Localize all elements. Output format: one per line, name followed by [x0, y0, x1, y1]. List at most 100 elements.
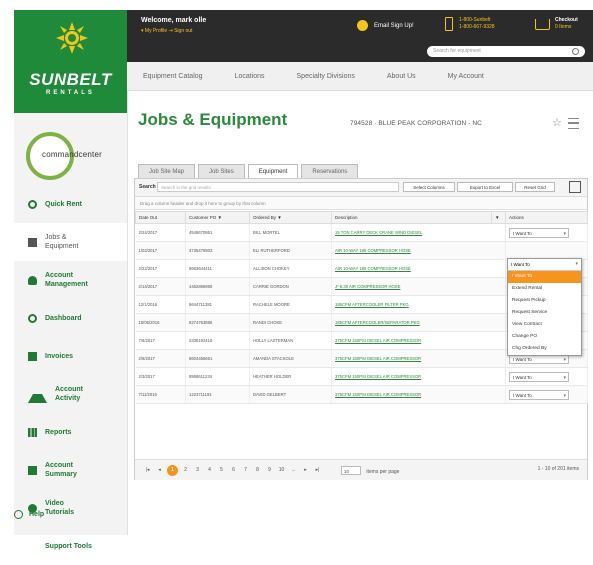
email-signup-button[interactable]: Email Sign Up! — [357, 20, 414, 31]
cell-description[interactable]: 375CFM 150PSI DIESEL AIR COMPRESSOR — [331, 349, 506, 368]
dropdown-option[interactable]: Chg Ordered By — [508, 343, 581, 355]
sidebar-item-label: Quick Rent — [45, 200, 82, 208]
sunbelt-logo[interactable]: SUNBELT RENTALS — [14, 10, 127, 113]
first-page-button[interactable]: |◂ — [143, 467, 152, 473]
help-link[interactable]: Help — [14, 510, 44, 519]
col-filter[interactable]: ▼ — [491, 211, 506, 224]
page-number[interactable]: 9 — [265, 467, 274, 473]
tab-reservations[interactable]: Reservations — [301, 164, 359, 179]
tab-job-site-map[interactable]: Job Site Map — [138, 164, 196, 179]
help-icon — [14, 510, 23, 519]
dropdown-option[interactable]: Change PO — [508, 331, 581, 343]
sidebar-item-account-activity[interactable]: Account Activity — [14, 375, 127, 413]
table-row: 2/24/2017 4548670861 BILL MORTEL 15 TON CAR… — [135, 223, 588, 242]
cell-description[interactable]: 15 TON CARRY DECK CRANE WIND DIESEL — [331, 223, 506, 242]
i-want-to-select[interactable]: I Want To — [509, 227, 569, 239]
profile-signout-links[interactable]: ▾ My Profile ⇥ Sign out — [141, 28, 192, 34]
cell-description[interactable]: 185CFM AFTERCOOLER FILTER PKG — [331, 295, 506, 314]
nav-equipment-catalog[interactable]: Equipment Catalog — [127, 73, 215, 80]
dropdown-option[interactable]: View Contract — [508, 319, 581, 331]
expand-icon[interactable] — [569, 181, 581, 193]
phone-contact[interactable]: 1-800-Sunbelt 1-800-667-9328 — [445, 17, 495, 31]
cell-description[interactable]: 185CFM AFTERCOOLER/SEPARATOR PKG — [331, 313, 506, 332]
page-number[interactable]: 10 — [277, 467, 286, 473]
activity-icon — [28, 385, 47, 403]
last-page-button[interactable]: ▸| — [313, 467, 322, 473]
i-want-to-select[interactable]: I Want To — [509, 389, 569, 401]
page-number[interactable]: 7 — [241, 467, 250, 473]
col-ordered-by[interactable]: Ordered By ▼ — [249, 211, 332, 224]
page-title: Jobs & Equipment — [138, 110, 288, 129]
cart-icon — [535, 18, 550, 30]
cell-description[interactable]: J* 6.30 AIR COMPRESSOR HOSE — [331, 277, 506, 296]
cell-ordered-by: HEATHER HOLDER — [249, 367, 332, 386]
sidebar-item-dashboard[interactable]: Dashboard — [14, 299, 127, 337]
star-icon[interactable]: ☆ — [552, 116, 562, 129]
cell-description[interactable]: 375CFM 150PSI DIESEL AIR COMPRESSOR — [331, 367, 506, 386]
phone-line-2: 1-800-667-9328 — [459, 24, 495, 30]
col-description[interactable]: Description — [331, 211, 492, 224]
sidebar-item-label: Dashboard — [45, 314, 82, 322]
next-page-button[interactable]: ▸ — [301, 467, 310, 473]
actions-dropdown[interactable]: I Want To I Want ToExtend RentalRequest … — [507, 258, 582, 356]
col-customer-po[interactable]: Customer PO ▼ — [185, 211, 250, 224]
i-want-to-select[interactable]: I Want To — [509, 371, 569, 383]
cell-description[interactable]: AIR 10-WAY 185 COMPRESSOR HOSE — [331, 259, 506, 278]
sidebar-item-label: Reports — [45, 428, 72, 436]
account-selector[interactable]: 794528 · BLUE PEAK CORPORATION - NC — [350, 120, 482, 127]
reset-grid-button[interactable]: Reset Grid — [515, 182, 555, 192]
cell-customer-po: 8868611234 — [185, 367, 250, 386]
grid-search-input[interactable]: Search in the grid results — [157, 182, 399, 192]
sidebar-item-label: Jobs & Equipment — [45, 234, 79, 250]
sidebar-item-support-tools[interactable]: Support Tools — [14, 527, 127, 565]
search-icon[interactable] — [572, 48, 579, 55]
page-number[interactable]: 3 — [193, 467, 202, 473]
nav-about-us[interactable]: About Us — [367, 73, 428, 80]
tab-job-sites[interactable]: Job Sites — [198, 164, 245, 179]
group-by-hint[interactable]: Drag a column header and drop it here to… — [135, 197, 587, 210]
nav-locations[interactable]: Locations — [215, 73, 277, 80]
select-columns-button[interactable]: Select Columns — [403, 182, 455, 192]
dropdown-option[interactable]: Request Pickup — [508, 295, 581, 307]
hamburger-menu-icon[interactable] — [568, 118, 579, 129]
phone-line-1: 1-800-Sunbelt — [459, 17, 491, 23]
export-excel-button[interactable]: Export to Excel — [457, 182, 513, 192]
cell-description[interactable]: 375CFM 150PSI DIESEL AIR COMPRESSOR — [331, 385, 506, 404]
cell-description[interactable]: AIR 10-WAY 185 COMPRESSOR HOSE — [331, 241, 506, 260]
cell-date-out: 2/3/2017 — [135, 367, 186, 386]
main-nav: Equipment Catalog Locations Specialty Di… — [127, 62, 593, 91]
sidebar-item-jobs-equipment[interactable]: Jobs & Equipment — [14, 223, 127, 261]
equipment-search-input[interactable]: Search for equipment — [427, 46, 585, 57]
checkout-button[interactable]: Checkout 0 Items — [535, 17, 578, 31]
nav-specialty-divisions[interactable]: Specialty Divisions — [277, 73, 367, 80]
cell-actions — [505, 241, 588, 260]
page-number[interactable]: 1 — [167, 464, 178, 476]
page-number[interactable]: 2 — [181, 467, 190, 473]
col-actions: Actions — [505, 211, 588, 224]
cell-date-out: 2/24/2017 — [135, 223, 186, 242]
prev-page-button[interactable]: ◂ — [155, 467, 164, 473]
page-number[interactable]: 8 — [253, 467, 262, 473]
sidebar-item-account-management[interactable]: Account Management — [14, 261, 127, 299]
commandcenter-label: commandcenter — [42, 150, 102, 159]
col-date-out[interactable]: Date Out — [135, 211, 186, 224]
sidebar-item-reports[interactable]: Reports — [14, 413, 127, 451]
page-size-select[interactable]: 10 — [341, 465, 361, 475]
dropdown-option[interactable]: I Want To — [508, 271, 581, 283]
cell-description[interactable]: 375CFM 150PSI DIESEL AIR COMPRESSOR — [331, 331, 506, 350]
sidebar-item-quick-rent[interactable]: Quick Rent — [14, 185, 127, 223]
page-number[interactable]: 4 — [205, 467, 214, 473]
page-numbers: 1 2 3 4 5 6 7 8 9 10... — [167, 464, 301, 476]
dropdown-option[interactable]: Extend Rental — [508, 283, 581, 295]
sidebar-item-video-tutorials[interactable]: Video Tutorials — [14, 489, 127, 527]
sidebar-item-account-summary[interactable]: Account Summary — [14, 451, 127, 489]
actions-dropdown-selected[interactable]: I Want To — [508, 259, 581, 271]
page-number[interactable]: ... — [289, 467, 298, 473]
page-number[interactable]: 5 — [217, 467, 226, 473]
nav-my-account[interactable]: My Account — [428, 73, 496, 80]
page-number[interactable]: 6 — [229, 467, 238, 473]
dropdown-option[interactable]: Request Service — [508, 307, 581, 319]
sidebar-item-invoices[interactable]: Invoices — [14, 337, 127, 375]
sidebar-nav: Quick Rent Jobs & Equipment Account Mana… — [14, 185, 127, 565]
cell-date-out: 10/05/2016 — [135, 313, 186, 332]
